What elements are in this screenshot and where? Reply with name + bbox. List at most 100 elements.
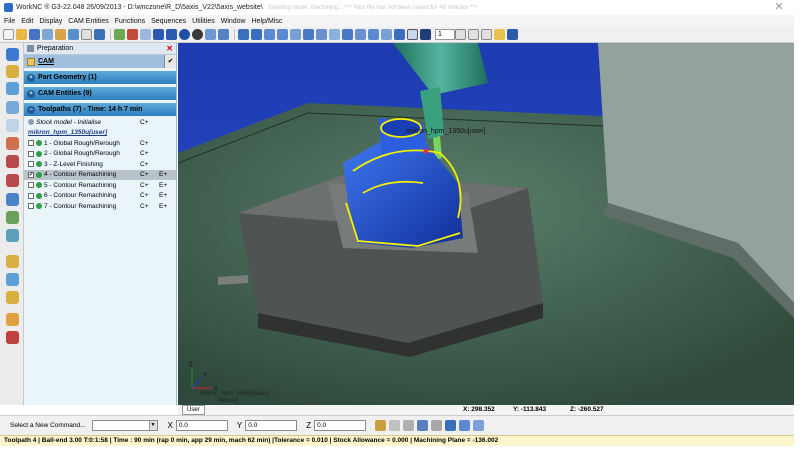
highlight-icon[interactable] bbox=[494, 29, 505, 40]
collapse-icon[interactable]: − bbox=[27, 105, 35, 114]
pick-edge-icon[interactable] bbox=[417, 420, 429, 431]
axes-icon[interactable] bbox=[114, 29, 125, 40]
view-front-icon[interactable] bbox=[166, 29, 177, 40]
cam-selector[interactable]: CAM ✔ bbox=[24, 55, 176, 68]
display-mode-icon[interactable] bbox=[420, 29, 431, 40]
view-iso-icon[interactable] bbox=[140, 29, 151, 40]
print-icon[interactable] bbox=[42, 29, 53, 40]
toolpath-checkbox-checked[interactable]: ✔ bbox=[28, 171, 34, 178]
post-icon[interactable] bbox=[6, 229, 19, 242]
table-icon[interactable] bbox=[68, 29, 79, 40]
toolpath-row-3[interactable]: 3 - Z-Level Finishing C+ bbox=[24, 159, 176, 170]
panel-close-icon[interactable]: ✕ bbox=[166, 44, 173, 53]
export-icon[interactable] bbox=[6, 291, 19, 304]
shading-icon[interactable] bbox=[179, 29, 190, 40]
snap-icon[interactable] bbox=[375, 420, 387, 431]
monitor-icon[interactable] bbox=[507, 29, 518, 40]
section-part-geometry[interactable]: + Part Geometry (1) bbox=[24, 71, 176, 84]
menu-utilities[interactable]: Utilities bbox=[192, 18, 215, 25]
toolpath-row-2[interactable]: 2 - Global Rough/Rerough C+ bbox=[24, 149, 176, 160]
edit-icon[interactable] bbox=[55, 29, 66, 40]
menu-functions[interactable]: Functions bbox=[115, 18, 145, 25]
toolpath-row-6[interactable]: 6 - Contour Remachining C+ E+ bbox=[24, 191, 176, 202]
view-side-icon[interactable] bbox=[205, 29, 216, 40]
grid-icon[interactable] bbox=[81, 29, 92, 40]
expand-icon[interactable]: + bbox=[27, 89, 35, 98]
report-icon[interactable] bbox=[6, 273, 19, 286]
render-icon[interactable] bbox=[192, 29, 203, 40]
toggle-icon[interactable] bbox=[355, 29, 366, 40]
menu-display[interactable]: Display bbox=[39, 18, 62, 25]
pick-face-icon[interactable] bbox=[445, 420, 457, 431]
close-window-icon[interactable]: ✕ bbox=[772, 2, 786, 13]
delete-icon[interactable] bbox=[6, 331, 19, 344]
geometry-icon[interactable] bbox=[6, 82, 19, 95]
toolpath-checkbox[interactable] bbox=[28, 203, 34, 210]
pick-point-icon[interactable] bbox=[389, 420, 401, 431]
toolpath-icon[interactable] bbox=[6, 101, 19, 114]
simulation-icon[interactable] bbox=[6, 155, 19, 168]
view-back-icon[interactable] bbox=[218, 29, 229, 40]
toolpath-row-1[interactable]: 1 - Global Rough/Rerough C+ bbox=[24, 138, 176, 149]
command-combo[interactable]: ▼ bbox=[91, 420, 158, 431]
pick-center-icon[interactable] bbox=[403, 420, 415, 431]
menu-sequences[interactable]: Sequences bbox=[151, 18, 186, 25]
toolpath-checkbox[interactable] bbox=[28, 150, 34, 157]
step-minus-icon[interactable] bbox=[468, 29, 479, 40]
toolpath-checkbox[interactable] bbox=[28, 192, 34, 199]
drill-icon[interactable] bbox=[6, 193, 19, 206]
section-icon[interactable] bbox=[329, 29, 340, 40]
finish-icon[interactable] bbox=[6, 211, 19, 224]
3d-viewport[interactable]: mikron_hpm_1350u[user] X Y Z mikron_hpm_… bbox=[178, 43, 794, 405]
zoom-all-icon[interactable] bbox=[251, 29, 262, 40]
menu-file[interactable]: File bbox=[4, 18, 15, 25]
clip-icon[interactable] bbox=[368, 29, 379, 40]
doc-icon[interactable] bbox=[6, 255, 19, 268]
step-dropdown-icon[interactable] bbox=[455, 29, 466, 40]
machine-row[interactable]: mikron_hpm_1350u[user] bbox=[24, 128, 176, 139]
step-value-field[interactable]: 1 bbox=[435, 29, 455, 40]
stock-model-row[interactable]: Stock model - Initialise C+ bbox=[24, 117, 176, 128]
select-icon[interactable] bbox=[394, 29, 405, 40]
section-toolpaths[interactable]: − Toolpaths (7) - Time: 14 h 7 min bbox=[24, 103, 176, 116]
z-input[interactable]: 0.0 bbox=[314, 420, 367, 431]
cam-dropdown-icon[interactable]: ✔ bbox=[164, 55, 176, 68]
pick-grid-icon[interactable] bbox=[459, 420, 471, 431]
collision-icon[interactable] bbox=[6, 174, 19, 187]
chevron-down-icon[interactable]: ▼ bbox=[148, 421, 157, 430]
toolpath-row-7[interactable]: 7 - Contour Remachining C+ E+ bbox=[24, 201, 176, 212]
new-file-icon[interactable] bbox=[3, 29, 14, 40]
menu-cam-entities[interactable]: CAM Entities bbox=[68, 18, 108, 25]
measure-icon[interactable] bbox=[342, 29, 353, 40]
zoom-out-icon[interactable] bbox=[277, 29, 288, 40]
zoom-in-icon[interactable] bbox=[264, 29, 275, 40]
toolpath-row-4[interactable]: ✔ 4 - Contour Remachining C+ E+ bbox=[24, 169, 176, 180]
stock-icon[interactable] bbox=[6, 65, 19, 78]
filter-icon[interactable] bbox=[381, 29, 392, 40]
zoom-window-icon[interactable] bbox=[238, 29, 249, 40]
fit-icon[interactable] bbox=[316, 29, 327, 40]
settings-icon[interactable] bbox=[6, 313, 19, 326]
step-plus-icon[interactable] bbox=[481, 29, 492, 40]
tool-icon[interactable] bbox=[6, 119, 19, 132]
open-folder-icon[interactable] bbox=[16, 29, 27, 40]
pick-free-icon[interactable] bbox=[473, 420, 485, 431]
toolpath-checkbox[interactable] bbox=[28, 140, 34, 147]
view-top-icon[interactable] bbox=[153, 29, 164, 40]
x-input[interactable]: 0.0 bbox=[175, 420, 228, 431]
rotate-icon[interactable] bbox=[303, 29, 314, 40]
toolpath-row-5[interactable]: 5 - Contour Remachining C+ E+ bbox=[24, 180, 176, 191]
pick-normal-icon[interactable] bbox=[431, 420, 443, 431]
pan-icon[interactable] bbox=[290, 29, 301, 40]
menu-edit[interactable]: Edit bbox=[21, 18, 33, 25]
pick-icon[interactable] bbox=[407, 29, 418, 40]
section-cam-entities[interactable]: + CAM Entities (9) bbox=[24, 87, 176, 100]
toolpath-checkbox[interactable] bbox=[28, 161, 34, 168]
layers-icon[interactable] bbox=[94, 29, 105, 40]
y-input[interactable]: 0.0 bbox=[245, 420, 298, 431]
color-icon[interactable] bbox=[127, 29, 138, 40]
toolpath-checkbox[interactable] bbox=[28, 182, 34, 189]
menu-window[interactable]: Window bbox=[221, 18, 246, 25]
save-icon[interactable] bbox=[29, 29, 40, 40]
expand-icon[interactable]: + bbox=[27, 73, 35, 82]
